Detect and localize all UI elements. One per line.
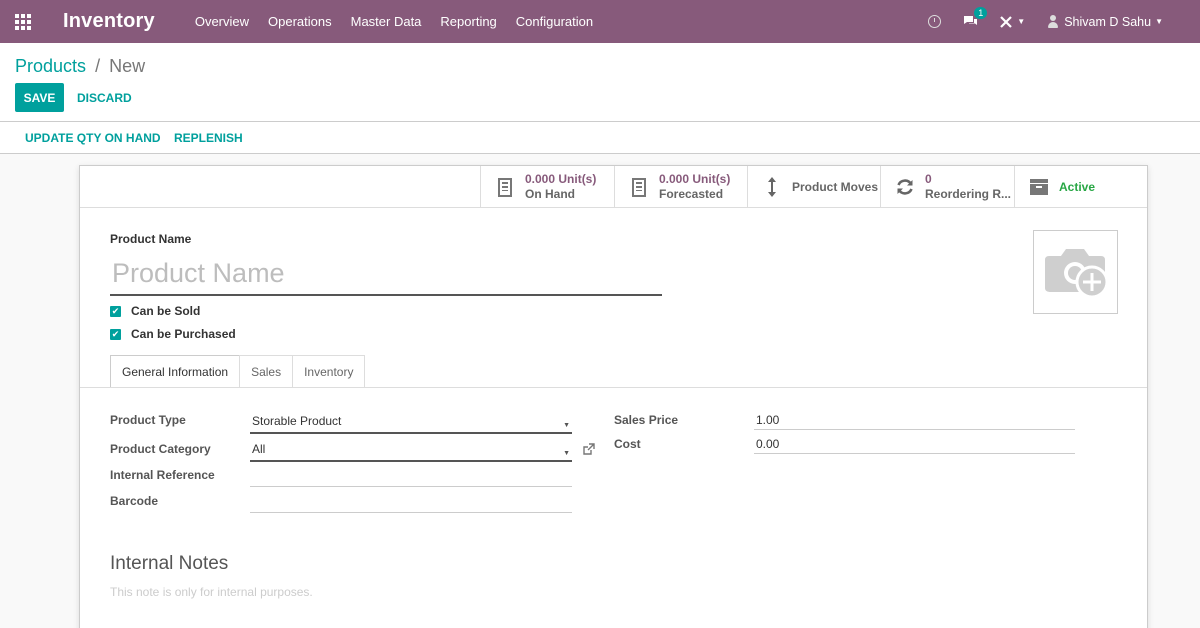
product-category-select[interactable]: All ▼ <box>250 440 572 462</box>
product-name-input[interactable] <box>110 252 662 296</box>
control-panel: Products / New SAVE DISCARD <box>0 43 1200 122</box>
archive-icon <box>1029 176 1049 198</box>
breadcrumb-current: New <box>109 56 146 76</box>
messages-button[interactable]: 1 <box>963 7 988 28</box>
cost-input[interactable]: 0.00 <box>754 435 1075 454</box>
product-category-value: All <box>252 442 266 456</box>
product-image-upload[interactable] <box>1033 230 1118 314</box>
breadcrumb-products[interactable]: Products <box>15 56 86 76</box>
can-be-sold-checkbox[interactable]: ✔ <box>110 305 121 317</box>
activity-clock-icon[interactable] <box>928 15 942 28</box>
reordering-label: Reordering R... <box>925 187 1012 201</box>
messages-badge: 1 <box>974 7 988 19</box>
menu-reporting[interactable]: Reporting <box>440 14 496 29</box>
product-name-label: Product Name <box>110 232 192 246</box>
on-hand-value: 0.000 Unit(s) <box>525 172 597 186</box>
app-brand[interactable]: Inventory <box>63 10 155 33</box>
barcode-label: Barcode <box>110 494 159 508</box>
internal-notes-title: Internal Notes <box>110 553 229 574</box>
can-be-purchased-row[interactable]: ✔ Can be Purchased <box>110 327 236 341</box>
product-moves-label: Product Moves <box>792 179 879 194</box>
apps-grid-icon[interactable] <box>0 0 46 43</box>
refresh-icon <box>895 176 915 198</box>
top-navbar: Inventory Overview Operations Master Dat… <box>0 0 1200 43</box>
can-be-purchased-label: Can be Purchased <box>131 327 236 341</box>
main-menu: Overview Operations Master Data Reportin… <box>195 14 612 29</box>
chevron-down-icon: ▼ <box>563 422 570 429</box>
tabs-divider <box>80 387 1147 388</box>
smart-button-box: 0.000 Unit(s) On Hand 0.000 Unit(s) Fore… <box>80 166 1147 208</box>
sales-price-input[interactable]: 1.00 <box>754 411 1075 430</box>
update-qty-button[interactable]: UPDATE QTY ON HAND <box>25 131 161 145</box>
discard-button[interactable]: DISCARD <box>77 91 132 105</box>
reordering-value: 0 <box>925 172 932 186</box>
menu-configuration[interactable]: Configuration <box>516 14 593 29</box>
tools-icon <box>1000 16 1013 28</box>
product-type-value: Storable Product <box>252 414 342 428</box>
cost-label: Cost <box>614 437 641 451</box>
menu-operations[interactable]: Operations <box>268 14 332 29</box>
menu-master-data[interactable]: Master Data <box>351 14 422 29</box>
user-name: Shivam D Sahu <box>1064 14 1152 29</box>
product-type-select[interactable]: Storable Product ▼ <box>250 412 572 434</box>
chevron-down-icon: ▼ <box>1017 17 1026 26</box>
active-toggle-button[interactable]: Active <box>1014 166 1149 208</box>
building-icon <box>495 176 515 198</box>
user-avatar-icon <box>1047 14 1059 29</box>
tab-general-information[interactable]: General Information <box>110 355 241 388</box>
menu-overview[interactable]: Overview <box>195 14 249 29</box>
product-moves-button[interactable]: Product Moves <box>747 166 880 208</box>
external-link-icon[interactable] <box>582 443 595 459</box>
replenish-button[interactable]: REPLENISH <box>174 131 243 145</box>
form-action-bar: UPDATE QTY ON HAND REPLENISH <box>0 122 1200 154</box>
internal-reference-input[interactable] <box>250 466 572 487</box>
can-be-purchased-checkbox[interactable]: ✔ <box>110 328 121 340</box>
barcode-input[interactable] <box>250 492 572 513</box>
form-sheet: 0.000 Unit(s) On Hand 0.000 Unit(s) Fore… <box>79 165 1148 628</box>
save-button[interactable]: SAVE <box>15 83 64 112</box>
user-menu[interactable]: Shivam D Sahu ▼ <box>1047 14 1163 29</box>
chevron-down-icon: ▼ <box>563 450 570 457</box>
internal-reference-label: Internal Reference <box>110 468 215 482</box>
tab-sales[interactable]: Sales <box>239 355 294 387</box>
can-be-sold-label: Can be Sold <box>131 304 201 318</box>
debug-tools-button[interactable]: ▼ <box>1000 15 1025 28</box>
product-type-label: Product Type <box>110 413 186 427</box>
tab-inventory[interactable]: Inventory <box>292 355 366 387</box>
breadcrumb: Products / New <box>15 56 145 77</box>
forecasted-value: 0.000 Unit(s) <box>659 172 731 186</box>
vertical-arrows-icon <box>762 176 782 198</box>
form-tabs: General Information Sales Inventory <box>110 355 366 388</box>
building-icon <box>629 176 649 198</box>
camera-plus-icon <box>1044 249 1108 299</box>
breadcrumb-separator: / <box>95 56 101 76</box>
on-hand-label: On Hand <box>525 187 575 201</box>
sales-price-label: Sales Price <box>614 413 679 427</box>
internal-notes-input[interactable]: This note is only for internal purposes. <box>110 585 313 599</box>
on-hand-button[interactable]: 0.000 Unit(s) On Hand <box>480 166 614 208</box>
active-label: Active <box>1059 179 1096 194</box>
forecasted-label: Forecasted <box>659 187 724 201</box>
navbar-right: 1 ▼ Shivam D Sahu ▼ <box>928 0 1200 43</box>
can-be-sold-row[interactable]: ✔ Can be Sold <box>110 304 200 318</box>
reordering-rules-button[interactable]: 0 Reordering R... <box>880 166 1014 208</box>
chevron-down-icon: ▼ <box>1155 17 1163 26</box>
product-category-label: Product Category <box>110 442 211 456</box>
forecasted-button[interactable]: 0.000 Unit(s) Forecasted <box>614 166 747 208</box>
